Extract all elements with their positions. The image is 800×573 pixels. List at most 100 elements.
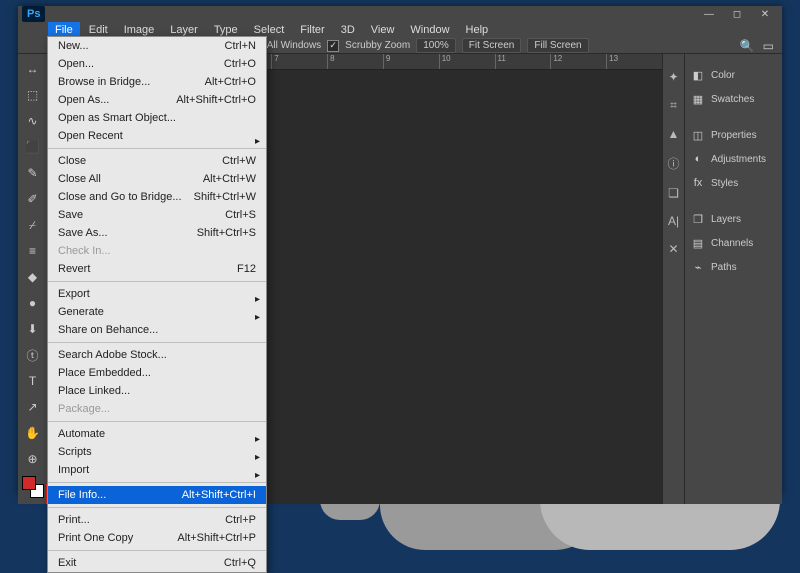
paths-icon: ⌁ <box>691 260 705 274</box>
menuitem-import[interactable]: Import <box>48 461 266 479</box>
dock-icon-1[interactable]: ⌗ <box>670 98 677 113</box>
menuitem-save[interactable]: SaveCtrl+S <box>48 206 266 224</box>
dock-icon-4[interactable]: ❏ <box>668 186 679 200</box>
menuitem-label: Print... <box>58 514 90 526</box>
dock-icon-2[interactable]: ▲ <box>668 127 680 141</box>
menu-help[interactable]: Help <box>459 22 496 38</box>
menuitem-print[interactable]: Print...Ctrl+P <box>48 511 266 529</box>
dock-icon-5[interactable]: A| <box>668 214 679 228</box>
tool-13[interactable]: ↗ <box>23 398 43 416</box>
tool-3[interactable]: ⬛ <box>23 138 43 156</box>
tool-7[interactable]: ≡ <box>23 242 43 260</box>
maximize-button[interactable]: ◻ <box>728 9 746 20</box>
menuitem-share-on-behance[interactable]: Share on Behance... <box>48 321 266 339</box>
menuitem-close-and-go-to-bridge[interactable]: Close and Go to Bridge... Shift+Ctrl+W <box>48 188 266 206</box>
dock-icon-6[interactable]: ✕ <box>668 242 678 256</box>
tool-14[interactable]: ✋ <box>23 424 43 442</box>
menu-3d[interactable]: 3D <box>334 22 362 38</box>
tool-9[interactable]: ● <box>23 294 43 312</box>
ruler-tick: 8 <box>327 54 383 69</box>
color-swatch-pair[interactable] <box>22 476 44 498</box>
menuitem-save-as[interactable]: Save As... Shift+Ctrl+S <box>48 224 266 242</box>
panel-channels[interactable]: ▤ Channels <box>685 234 782 252</box>
menuitem-package: Package... <box>48 400 266 418</box>
menuitem-browse-in-bridge[interactable]: Browse in Bridge... Alt+Ctrl+O <box>48 73 266 91</box>
menu-window[interactable]: Window <box>403 22 456 38</box>
panel-label: Paths <box>711 262 737 273</box>
panel-swatches[interactable]: ▦Swatches <box>685 90 782 108</box>
menuitem-place-embedded[interactable]: Place Embedded... <box>48 364 266 382</box>
menuitem-shortcut: Ctrl+O <box>224 58 256 70</box>
tool-2[interactable]: ∿ <box>23 112 43 130</box>
menuitem-export[interactable]: Export <box>48 285 266 303</box>
panel-paths[interactable]: ⌁ Paths <box>685 258 782 276</box>
minimize-button[interactable]: — <box>700 9 718 20</box>
menuitem-revert[interactable]: RevertF12 <box>48 260 266 278</box>
fit-screen-button[interactable]: Fit Screen <box>462 38 522 53</box>
swatches-icon: ▦ <box>691 92 705 106</box>
search-icon[interactable]: 🔍 <box>740 39 755 53</box>
menuitem-shortcut: Alt+Shift+Ctrl+I <box>182 489 256 501</box>
menuitem-print-one-copy[interactable]: Print One CopyAlt+Shift+Ctrl+P <box>48 529 266 547</box>
menuitem-label: Import <box>58 464 89 476</box>
menuitem-open[interactable]: Open... Ctrl+O <box>48 55 266 73</box>
menuitem-close[interactable]: CloseCtrl+W <box>48 152 266 170</box>
menuitem-open-recent[interactable]: Open Recent <box>48 127 266 145</box>
menuitem-close-all[interactable]: Close AllAlt+Ctrl+W <box>48 170 266 188</box>
tool-4[interactable]: ✎ <box>23 164 43 182</box>
panel-color[interactable]: ◧Color <box>685 66 782 84</box>
tool-1[interactable]: ⬚ <box>23 86 43 104</box>
dock-icon-0[interactable]: ✦ <box>668 70 678 84</box>
zoom-percent-button[interactable]: 100% <box>416 38 456 53</box>
menuitem-label: Open... <box>58 58 94 70</box>
scrubby-zoom-label: Scrubby Zoom <box>345 40 410 51</box>
menuitem-open-as[interactable]: Open As...Alt+Shift+Ctrl+O <box>48 91 266 109</box>
ruler-tick: 7 <box>271 54 327 69</box>
tool-5[interactable]: ✐ <box>23 190 43 208</box>
panel-layers[interactable]: ❐Layers <box>685 210 782 228</box>
tool-0[interactable]: ↔ <box>23 60 43 78</box>
tool-8[interactable]: ◆ <box>23 268 43 286</box>
tool-15[interactable]: ⊕ <box>23 450 43 468</box>
panel-adjustments[interactable]: ◐Adjustments <box>685 150 782 168</box>
file-menu-dropdown: New...Ctrl+N Open... Ctrl+O Browse in Bridg… <box>47 36 267 573</box>
menuitem-label: Save As... <box>58 227 108 239</box>
menu-view[interactable]: View <box>364 22 402 38</box>
menu-filter[interactable]: Filter <box>293 22 331 38</box>
close-window-button[interactable]: ✕ <box>756 9 774 20</box>
tool-10[interactable]: ⬇ <box>23 320 43 338</box>
menuitem-exit[interactable]: ExitCtrl+Q <box>48 554 266 572</box>
menuitem-generate[interactable]: Generate <box>48 303 266 321</box>
tool-6[interactable]: ⌿ <box>23 216 43 234</box>
fill-screen-button[interactable]: Fill Screen <box>527 38 588 53</box>
menuitem-shortcut: Alt+Ctrl+W <box>203 173 256 185</box>
menuitem-label: Automate <box>58 428 105 440</box>
dock-icon-3[interactable]: ⓘ <box>667 155 679 172</box>
menuitem-search-adobe-stock[interactable]: Search Adobe Stock... <box>48 346 266 364</box>
workspace-icon[interactable]: ▭ <box>763 39 774 53</box>
menuitem-open-as-smart-object[interactable]: Open as Smart Object... <box>48 109 266 127</box>
menuitem-label: Check In... <box>58 245 111 257</box>
menuitem-label: Close and Go to Bridge... <box>58 191 182 203</box>
panel-styles[interactable]: fxStyles <box>685 174 782 192</box>
channels-icon: ▤ <box>691 236 705 250</box>
menuitem-label: Search Adobe Stock... <box>58 349 167 361</box>
menuitem-file-info[interactable]: File Info...Alt+Shift+Ctrl+I <box>48 486 266 504</box>
panel-label: Channels <box>711 238 753 249</box>
menuitem-shortcut: Shift+Ctrl+W <box>194 191 256 203</box>
menuitem-shortcut: Shift+Ctrl+S <box>197 227 256 239</box>
right-panels-dock: ✦ ⌗ ▲ ⓘ ❏ A| ✕ ◧Color ▦Swatches ◫Properties ◐Adju… <box>662 54 782 504</box>
app-logo: Ps <box>22 6 45 22</box>
menuitem-new[interactable]: New...Ctrl+N <box>48 37 266 55</box>
menuitem-shortcut: Alt+Ctrl+O <box>205 76 256 88</box>
scrubby-zoom-checkbox[interactable] <box>327 40 339 52</box>
panel-properties[interactable]: ◫Properties <box>685 126 782 144</box>
tool-12[interactable]: T <box>23 372 43 390</box>
ruler-tick: 11 <box>495 54 551 69</box>
menuitem-label: Open as Smart Object... <box>58 112 176 124</box>
menuitem-scripts[interactable]: Scripts <box>48 443 266 461</box>
tool-11[interactable]: ⓣ <box>23 346 43 364</box>
menuitem-place-linked[interactable]: Place Linked... <box>48 382 266 400</box>
menuitem-automate[interactable]: Automate <box>48 425 266 443</box>
menuitem-label: Browse in Bridge... <box>58 76 150 88</box>
